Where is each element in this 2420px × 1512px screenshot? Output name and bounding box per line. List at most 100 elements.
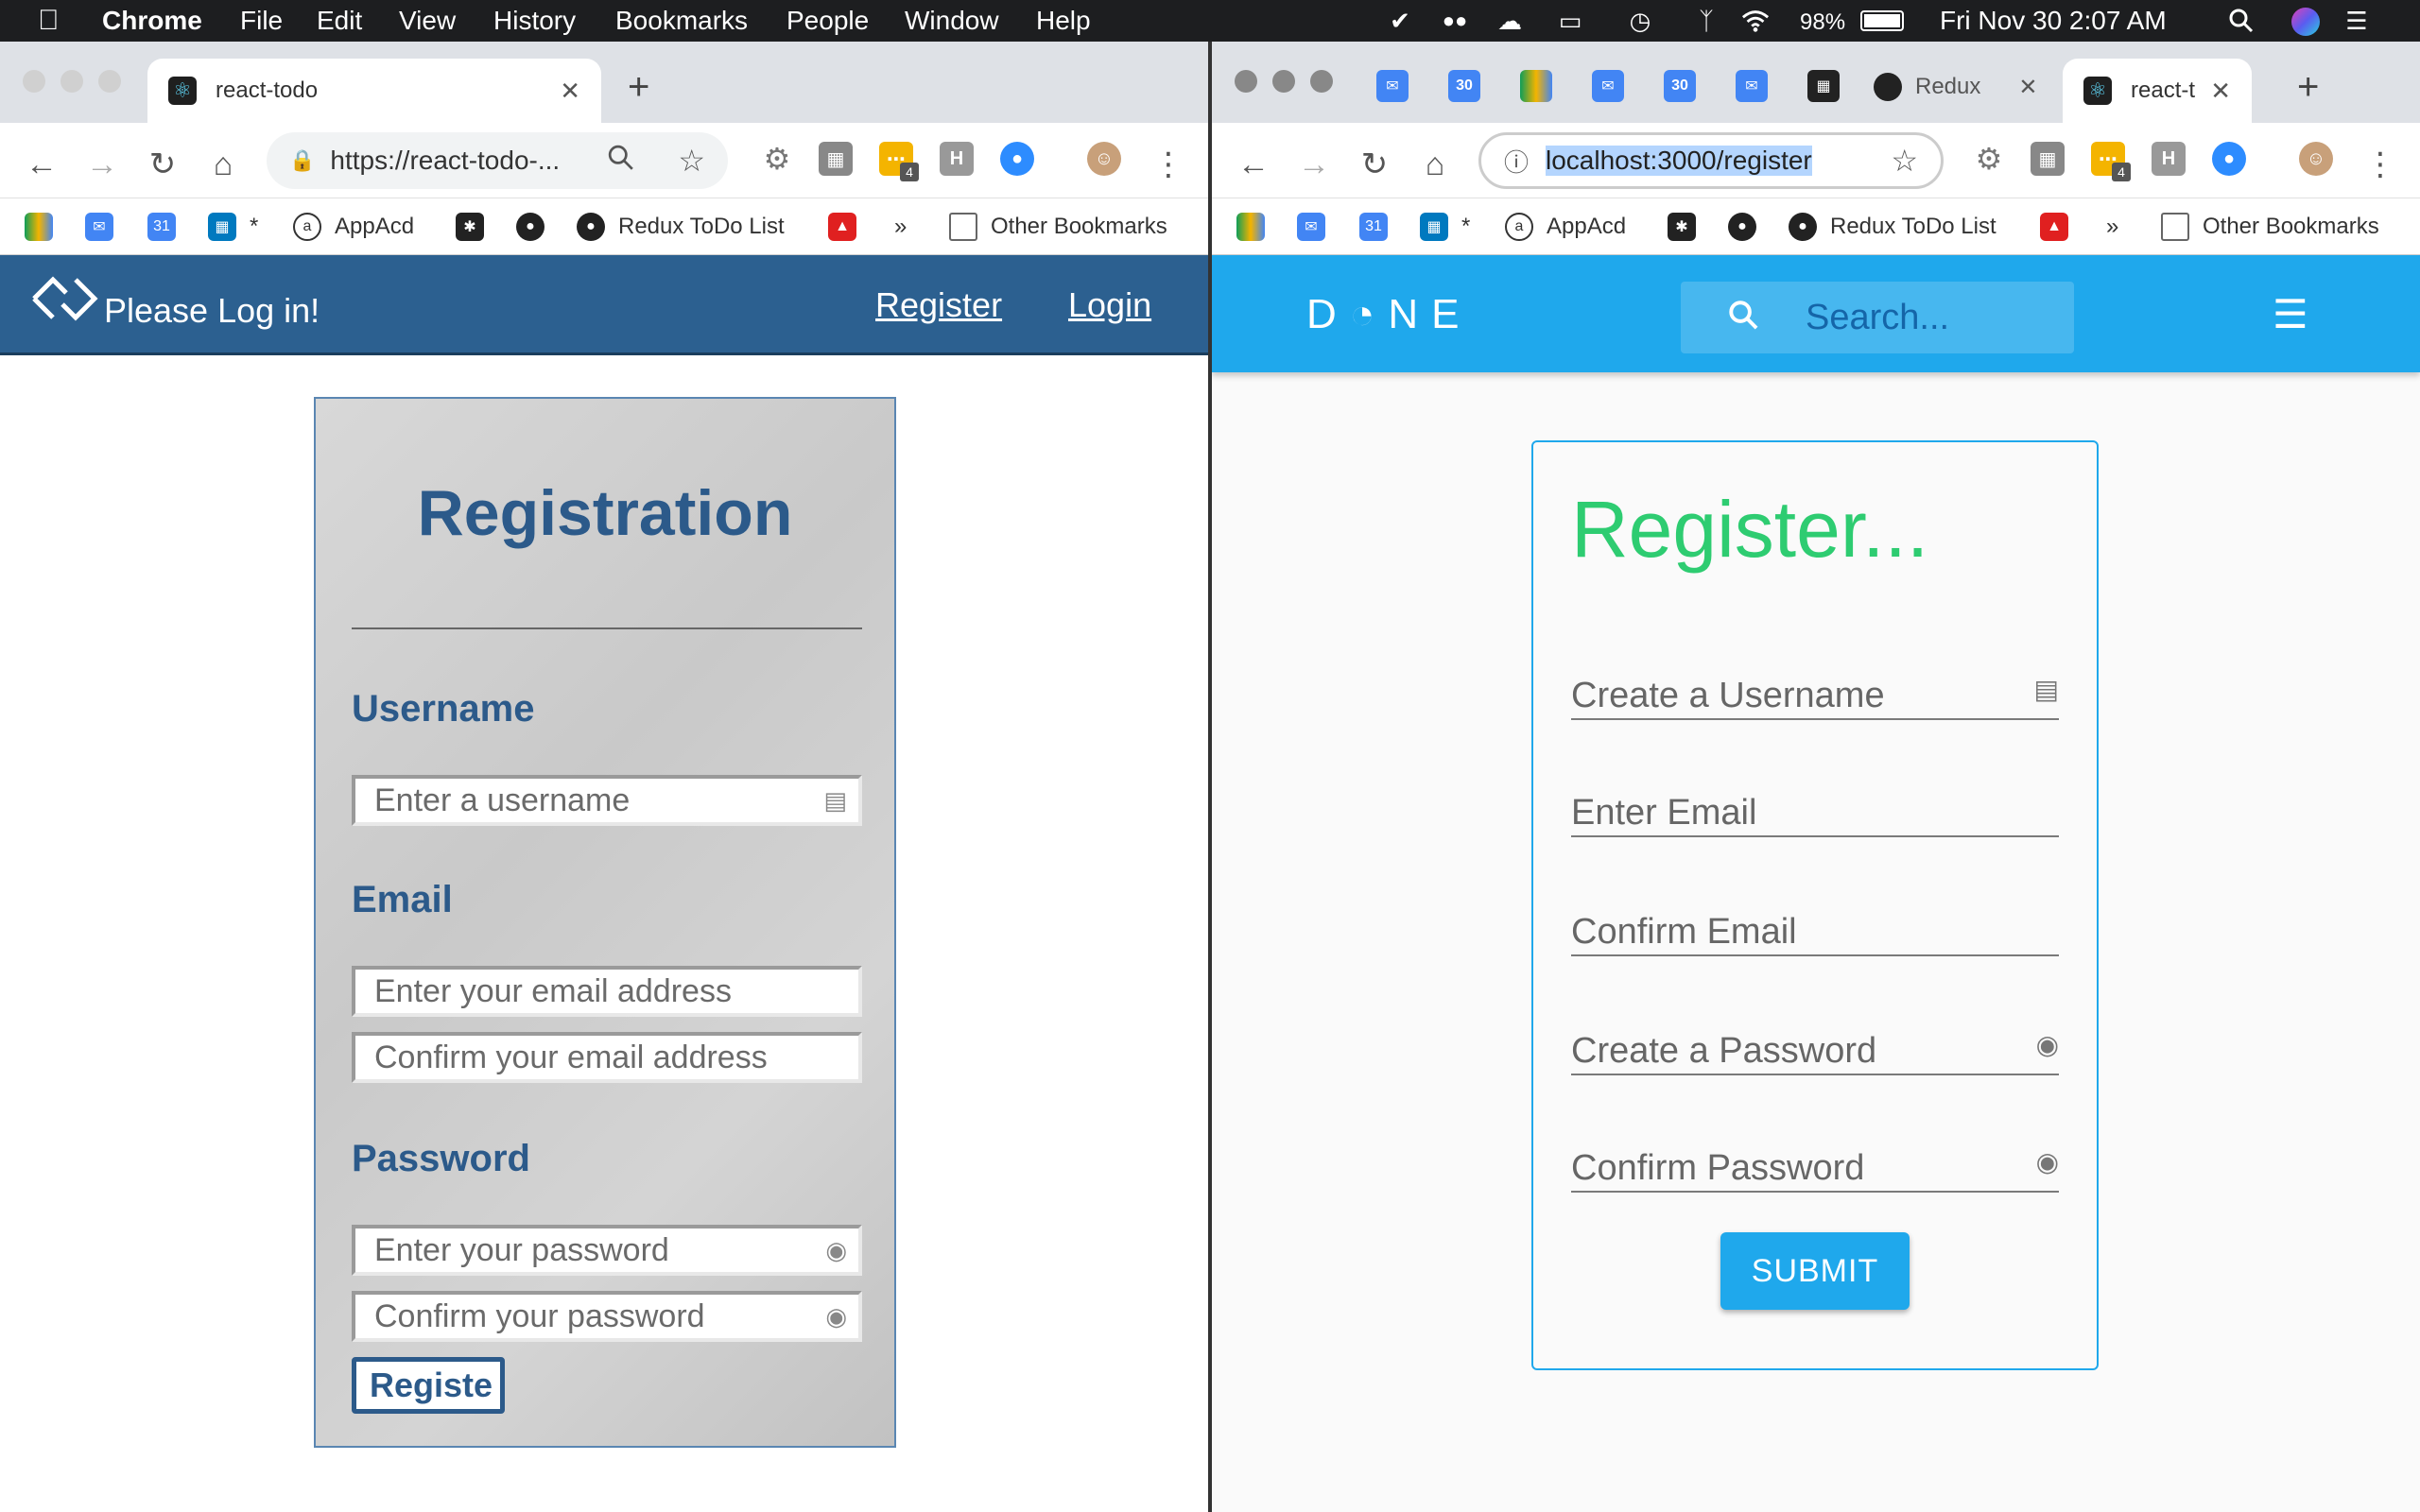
menu-view[interactable]: View [399, 6, 456, 36]
reload-button[interactable]: ↻ [1356, 147, 1393, 181]
forward-button[interactable]: → [83, 147, 121, 181]
site-logo-icon[interactable] [28, 272, 100, 330]
confirm-email-field[interactable]: Confirm Email [1571, 900, 2059, 956]
info-icon[interactable]: ⓘ [1504, 144, 1529, 179]
profile-avatar[interactable]: ☺ [1087, 142, 1121, 176]
done-logo[interactable]: D◔NE [1306, 291, 1472, 338]
airplay-icon[interactable]: ▭ [1556, 7, 1584, 35]
zoom-window-button[interactable] [1310, 70, 1333, 93]
username-input[interactable]: Enter a username ▤ [352, 775, 862, 826]
close-window-button[interactable] [23, 70, 45, 93]
address-bar[interactable]: 🔒 https://react-todo-... ☆ [267, 132, 728, 189]
github-icon[interactable]: ● [1728, 210, 1770, 244]
register-submit-button[interactable]: Registe [352, 1357, 505, 1414]
menu-bookmarks[interactable]: Bookmarks [615, 6, 748, 36]
tab-redux[interactable]: Redux ✕ [1874, 70, 2037, 104]
cloud-icon[interactable]: ☁ [1495, 7, 1524, 35]
url-text[interactable]: localhost:3000/register [1546, 146, 1812, 176]
reload-button[interactable]: ↻ [144, 147, 182, 181]
siri-icon[interactable] [2291, 8, 2320, 36]
zoom-extension-icon[interactable]: ● [1000, 142, 1034, 176]
forward-button[interactable]: → [1295, 147, 1333, 181]
menu-edit[interactable]: Edit [317, 6, 362, 36]
extension-icon[interactable]: ▦ [819, 142, 853, 176]
puzzle-bookmark-icon[interactable]: ✱ [1668, 210, 1709, 244]
pinned-tab-inbox-icon[interactable]: ✉ [1376, 70, 1409, 102]
github-icon[interactable]: ● [516, 210, 558, 244]
address-bar[interactable]: ⓘ localhost:3000/register ☆ [1478, 132, 1944, 189]
inbox-bookmark-icon[interactable]: ✉ [1297, 210, 1339, 244]
other-bookmarks-folder[interactable]: Other Bookmarks [949, 210, 1167, 244]
nav-login-link[interactable]: Login [1068, 285, 1151, 325]
email-field[interactable]: Enter Email [1571, 781, 2059, 837]
close-tab-icon[interactable]: ✕ [560, 77, 580, 106]
pinned-tab-trello-icon[interactable]: ▦ [1807, 70, 1840, 102]
other-bookmarks-folder[interactable]: Other Bookmarks [2161, 210, 2379, 244]
profile-avatar[interactable]: ☺ [2299, 142, 2333, 176]
time-machine-icon[interactable]: ◷ [1626, 7, 1654, 35]
menu-file[interactable]: File [240, 6, 283, 36]
menu-history[interactable]: History [493, 6, 576, 36]
extension-icon[interactable]: ▦ [2031, 142, 2065, 176]
red-bookmark-icon[interactable]: ▲ [828, 210, 870, 244]
puzzle-bookmark-icon[interactable]: ✱ [456, 210, 497, 244]
h-extension-icon[interactable]: H [2152, 142, 2186, 176]
new-tab-button[interactable]: + [2297, 68, 2319, 106]
apple-icon[interactable]:  [38, 6, 60, 36]
search-box[interactable]: Search... [1681, 282, 2074, 353]
more-bookmarks-chevron[interactable]: » [2106, 210, 2118, 244]
google-drive-icon[interactable] [25, 210, 66, 244]
home-button[interactable]: ⌂ [1416, 147, 1454, 181]
red-bookmark-icon[interactable]: ▲ [2040, 210, 2082, 244]
close-window-button[interactable] [1235, 70, 1257, 93]
email-confirm-input[interactable]: Confirm your email address [352, 1032, 862, 1083]
inbox-bookmark-icon[interactable]: ✉ [85, 210, 127, 244]
pinned-tab-drive-icon[interactable] [1520, 70, 1552, 102]
more-bookmarks-chevron[interactable]: » [894, 210, 907, 244]
chrome-menu-icon[interactable]: ⋮ [1150, 147, 1187, 181]
minimize-window-button[interactable] [60, 70, 83, 93]
menu-window[interactable]: Window [905, 6, 999, 36]
battery-icon[interactable] [1860, 10, 1904, 31]
close-tab-icon[interactable]: ✕ [2210, 77, 2231, 106]
home-button[interactable]: ⌂ [204, 147, 242, 181]
zoom-window-button[interactable] [98, 70, 121, 93]
google-drive-icon[interactable] [1236, 210, 1278, 244]
pinned-tab-calendar-icon[interactable]: 30 [1664, 70, 1696, 102]
bookmark-appacd[interactable]: a AppAcd [1505, 210, 1626, 244]
email-input[interactable]: Enter your email address [352, 966, 862, 1017]
calendar-bookmark-icon[interactable]: 31 [1359, 210, 1401, 244]
tab-react-todo[interactable]: ⚛ react-todo ✕ [147, 59, 601, 123]
bookmark-star-icon[interactable]: ☆ [678, 143, 705, 179]
h-extension-icon[interactable]: H [940, 142, 974, 176]
glasses-icon[interactable]: ●● [1441, 8, 1469, 34]
submit-button[interactable]: SUBMIT [1720, 1232, 1910, 1310]
clock[interactable]: Fri Nov 30 2:07 AM [1940, 6, 2167, 36]
menu-app-name[interactable]: Chrome [102, 6, 202, 36]
username-field[interactable]: Create a Username ▤ [1571, 663, 2059, 720]
bookmark-redux-todo[interactable]: ● Redux ToDo List [577, 210, 785, 244]
bookmark-redux-todo[interactable]: ● Redux ToDo List [1789, 210, 1996, 244]
bookmark-star-icon[interactable]: ☆ [1891, 143, 1918, 179]
pinned-tab-inbox-icon[interactable]: ✉ [1736, 70, 1768, 102]
trello-bookmark-icon[interactable]: ▦ * [208, 210, 258, 244]
new-tab-button[interactable]: + [628, 68, 649, 106]
close-tab-icon[interactable]: ✕ [2018, 74, 2037, 101]
calendar-bookmark-icon[interactable]: 31 [147, 210, 189, 244]
password-input[interactable]: Enter your password ◉ [352, 1225, 862, 1276]
menu-people[interactable]: People [786, 6, 869, 36]
wifi-icon[interactable] [1741, 8, 1770, 34]
confirm-password-field[interactable]: Confirm Password ◉ [1571, 1136, 2059, 1193]
zoom-extension-icon[interactable]: ● [2212, 142, 2246, 176]
settings-extension-icon[interactable]: ⚙ [760, 142, 794, 176]
notification-center-icon[interactable]: ☰ [2342, 7, 2371, 35]
password-confirm-input[interactable]: Confirm your password ◉ [352, 1291, 862, 1342]
trello-bookmark-icon[interactable]: ▦ * [1420, 210, 1470, 244]
nav-register-link[interactable]: Register [875, 285, 1002, 325]
pinned-tab-inbox-icon[interactable]: ✉ [1592, 70, 1624, 102]
back-button[interactable]: ← [1235, 147, 1272, 181]
tab-react-todo-active[interactable]: ⚛ react-t ✕ [2063, 59, 2252, 123]
menu-help[interactable]: Help [1036, 6, 1091, 36]
back-button[interactable]: ← [23, 147, 60, 181]
hamburger-menu-icon[interactable]: ☰ [2273, 291, 2308, 337]
